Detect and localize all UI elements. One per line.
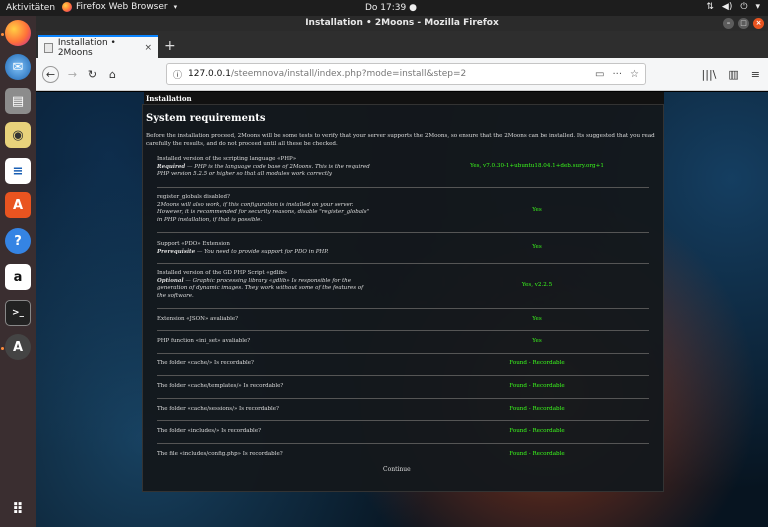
requirement-row: The file «includes/config.php» Is record…: [157, 444, 649, 463]
requirement-title: The folder «cache/» Is recordable?: [157, 360, 254, 366]
requirement-title: register_globals disabled?: [157, 194, 230, 200]
back-icon[interactable]: ←: [42, 66, 59, 83]
libreoffice-writer-icon[interactable]: ≡: [5, 158, 31, 184]
active-indicator: [1, 347, 4, 350]
page-content: ◌◌◌ Installation System requirements Bef…: [36, 92, 768, 527]
system-tray[interactable]: ⇅ ◀) ⏻ ▾: [706, 2, 760, 12]
requirement-desc: — PHP is the language code base of 2Moon…: [157, 163, 370, 178]
requirement-row: The folder «cache/sessions/» Is recordab…: [157, 399, 649, 421]
window-title: Installation • 2Moons - Mozilla Firefox: [305, 18, 499, 28]
requirement-row: Extension «JSON» avaliable? Yes: [157, 309, 649, 331]
continue-button[interactable]: Continue: [383, 466, 411, 473]
app-menu[interactable]: Firefox Web Browser ▾: [62, 2, 177, 12]
requirement-row: The folder «cache/» Is recordable? Found…: [157, 354, 649, 376]
requirement-title: The folder «cache/sessions/» Is recordab…: [157, 406, 279, 412]
requirement-row: Installed version of the scripting langu…: [157, 153, 649, 188]
requirement-title: The folder «cache/templates/» Is recorda…: [157, 383, 284, 389]
hamburger-menu-icon[interactable]: ≡: [751, 68, 760, 81]
app-menu-label: Firefox Web Browser: [76, 2, 168, 12]
library-icon[interactable]: |||\: [702, 68, 717, 81]
home-icon[interactable]: ⌂: [104, 66, 121, 83]
help-icon[interactable]: ?: [5, 228, 31, 254]
power-icon: ⏻: [740, 2, 748, 12]
files-icon[interactable]: ▤: [5, 88, 31, 114]
sidebar-icon[interactable]: ▥: [728, 68, 738, 81]
new-tab-icon[interactable]: +: [164, 38, 176, 54]
requirement-status: Found - Recordable: [509, 383, 565, 389]
close-tab-icon[interactable]: ×: [144, 43, 152, 53]
software-updater-icon[interactable]: A: [5, 334, 31, 360]
requirement-status: Yes, v7.0.30-1+ubuntu18.04.1+deb.sury.or…: [470, 163, 604, 169]
requirement-row: The folder «cache/templates/» Is recorda…: [157, 376, 649, 399]
url-path: /steemnova/install/index.php?mode=instal…: [230, 69, 467, 79]
dock: ✉ ▤ ◉ ≡ A ? a >_ A ⠿: [0, 16, 36, 527]
clock[interactable]: Do 17:39 ●: [365, 3, 417, 13]
firefox-icon[interactable]: [5, 20, 31, 46]
requirements-panel: System requirements Before the installat…: [142, 104, 664, 492]
requirement-row: register_globals disabled? 2Moons will a…: [157, 188, 649, 233]
requirement-title: Installed version of the scripting langu…: [157, 156, 297, 162]
window-titlebar[interactable]: Installation • 2Moons - Mozilla Firefox …: [36, 16, 768, 31]
chevron-down-icon: ▾: [173, 3, 178, 11]
requirement-row: Installed version of the GD PHP Script «…: [157, 264, 649, 309]
requirement-tag: Optional: [157, 277, 184, 284]
requirement-title: Extension «JSON» avaliable?: [157, 316, 239, 322]
window-controls: – □ ×: [723, 18, 764, 29]
app-grid-icon[interactable]: ⠿: [5, 496, 31, 522]
requirement-row: The folder «includes/» Is recordable? Fo…: [157, 421, 649, 444]
requirement-desc: — You need to provide support for PDO in…: [195, 248, 329, 255]
requirement-title: The folder «includes/» Is recordable?: [157, 428, 262, 434]
firefox-window: Installation • 2Moons - Mozilla Firefox …: [36, 16, 768, 527]
requirement-row: PHP function «ini_set» avaliable? Yes: [157, 331, 649, 354]
maximize-icon[interactable]: □: [738, 18, 749, 29]
requirement-title: Installed version of the GD PHP Script «…: [157, 270, 288, 276]
requirement-status: Yes, v2.2.5: [521, 282, 553, 288]
tab-strip: Installation • 2Moons × +: [36, 31, 768, 58]
navigation-bar: ← → ↻ ⌂ ⓘ 127.0.0.1/steemnova/install/in…: [36, 58, 768, 91]
thunderbird-icon[interactable]: ✉: [5, 54, 31, 80]
requirement-status: Yes: [532, 244, 542, 250]
firefox-icon: [62, 2, 72, 12]
forward-icon[interactable]: →: [64, 66, 81, 83]
close-icon[interactable]: ×: [753, 18, 764, 29]
volume-icon: ◀): [721, 2, 733, 12]
requirement-title: PHP function «ini_set» avaliable?: [157, 338, 251, 344]
requirement-desc: 2Moons will also work, if this configura…: [157, 201, 370, 223]
requirement-row: Support «PDO» Extension Prerequisite — Y…: [157, 233, 649, 264]
url-bar[interactable]: ⓘ 127.0.0.1/steemnova/install/index.php?…: [166, 63, 646, 85]
tab-label: Installation • 2Moons: [57, 37, 116, 58]
chevron-down-icon: ▾: [755, 2, 760, 12]
page-actions-icon[interactable]: ···: [612, 69, 622, 80]
site-info-icon[interactable]: ⓘ: [173, 68, 182, 81]
reload-icon[interactable]: ↻: [84, 66, 101, 83]
amazon-icon[interactable]: a: [5, 264, 31, 290]
requirement-status: Yes: [532, 207, 542, 213]
active-indicator: [1, 33, 4, 36]
requirement-status: Found - Recordable: [509, 451, 565, 457]
intro-text: Before the installation proceed, 2Moons …: [146, 133, 655, 147]
tab-installation[interactable]: Installation • 2Moons ×: [38, 35, 158, 58]
requirement-title: The file «includes/config.php» Is record…: [157, 451, 283, 457]
requirement-status: Yes: [532, 316, 542, 322]
gnome-top-bar: Aktivitäten Firefox Web Browser ▾ Do 17:…: [0, 0, 768, 16]
requirement-status: Yes: [532, 338, 542, 344]
requirement-status: Found - Recordable: [509, 360, 565, 366]
requirement-desc: — Graphic processing library «gdlib» Is …: [157, 277, 364, 299]
url-host: 127.0.0.1: [188, 69, 231, 79]
bookmark-star-icon[interactable]: ☆: [630, 69, 639, 80]
favicon-icon: [44, 42, 53, 53]
requirement-title: Support «PDO» Extension: [157, 241, 230, 247]
activities-button[interactable]: Aktivitäten: [6, 3, 55, 13]
network-icon: ⇅: [706, 2, 714, 12]
requirement-status: Found - Recordable: [509, 428, 565, 434]
reader-view-icon[interactable]: ▭: [595, 69, 604, 80]
requirement-status: Found - Recordable: [509, 406, 565, 412]
requirement-tag: Required: [157, 163, 186, 170]
requirement-tag: Prerequisite: [157, 248, 196, 255]
minimize-icon[interactable]: –: [723, 18, 734, 29]
terminal-icon[interactable]: >_: [5, 300, 31, 326]
rhythmbox-icon[interactable]: ◉: [5, 122, 31, 148]
page-title: System requirements: [146, 113, 266, 124]
software-center-icon[interactable]: A: [5, 192, 31, 218]
